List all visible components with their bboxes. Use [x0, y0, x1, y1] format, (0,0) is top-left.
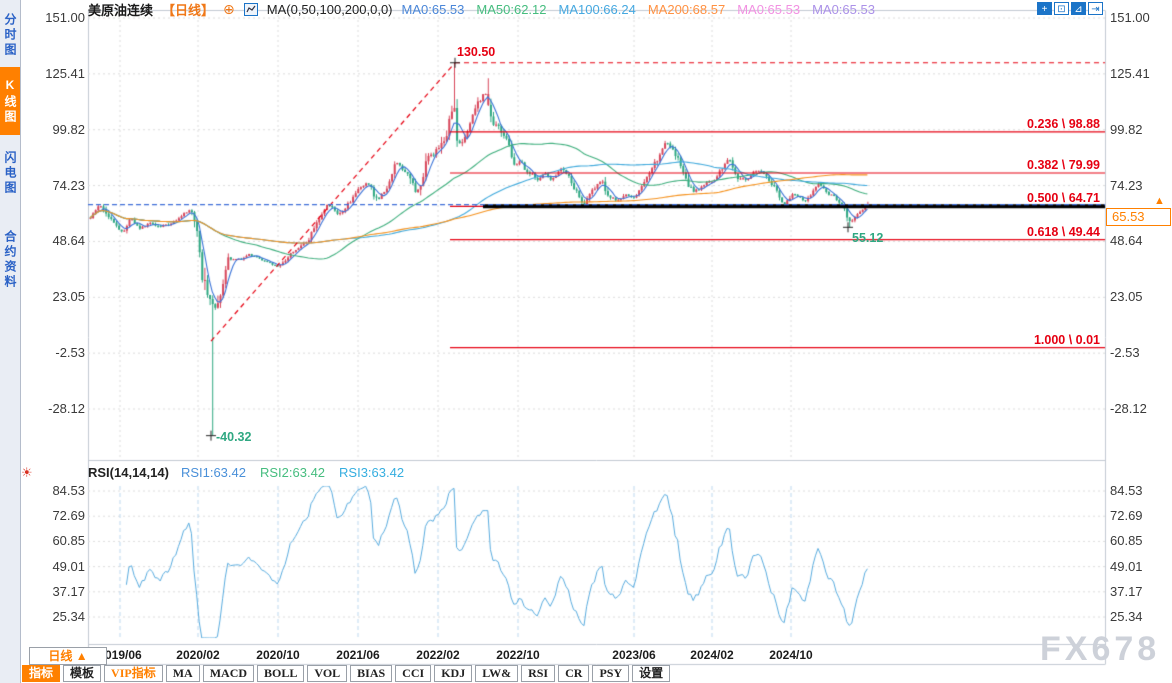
ma-formula: MA(0,50,100,200,0,0)	[266, 1, 393, 17]
crosshair-icon[interactable]: +	[1037, 2, 1052, 15]
period-selector-label: 日线	[48, 649, 73, 663]
x-axis-label: 2020/10	[256, 648, 300, 662]
rsi-legend-value: RSI2:63.42	[259, 465, 326, 480]
y-axis-label-left: 151.00	[45, 10, 85, 25]
indicator-config-icon[interactable]: ☀	[21, 465, 33, 481]
x-axis-label: 2021/06	[336, 648, 380, 662]
tab-psy[interactable]: PSY	[592, 665, 630, 682]
scale-mode-icon[interactable]: ⊿	[1071, 2, 1086, 15]
period-selector[interactable]: 日线 ▲	[29, 647, 107, 665]
fib-level-label: 1.000 \ 0.01	[1033, 332, 1100, 347]
tab-vol[interactable]: VOL	[307, 665, 348, 682]
rsi-axis-label-left: 72.69	[52, 508, 85, 524]
fib-level-label: 0.618 \ 49.44	[1027, 224, 1100, 239]
period-up-arrow-icon: ▲	[75, 649, 88, 663]
rsi-legend-value: RSI1:63.42	[180, 465, 246, 480]
rsi-legend-value: RSI3:63.42	[339, 465, 405, 480]
kline-icon	[243, 2, 258, 16]
rsi-axis-label-left: 49.01	[52, 558, 85, 574]
x-axis-label: 2022/02	[416, 648, 460, 662]
tab-boll[interactable]: BOLL	[257, 665, 305, 682]
sidebar-item-kline[interactable]: K线图	[0, 67, 20, 135]
y-axis-label-left: 23.05	[52, 289, 85, 305]
y-axis-label-right: 151.00	[1110, 10, 1150, 25]
tab-bias[interactable]: BIAS	[350, 665, 393, 682]
zoom-area-icon[interactable]: ⊡	[1054, 2, 1069, 15]
tab-ma[interactable]: MA	[165, 665, 200, 682]
app-root: 分时图 K线图闪电图合约资料 美原油连续 【日线】 ⊕ MA(0,50,100,2…	[0, 0, 1172, 683]
annotation-crash-low: -40.32	[216, 429, 252, 444]
tab-cci[interactable]: CCI	[395, 665, 432, 682]
rsi-axis-label-right: 25.34	[1110, 609, 1143, 624]
sidebar-item-contract-info[interactable]: 合约资料	[0, 212, 20, 308]
fib-level-label: 0.382 \ 79.99	[1027, 158, 1100, 172]
x-axis-label: 2024/02	[690, 648, 734, 662]
circle-plus-icon[interactable]: ⊕	[223, 2, 235, 16]
y-axis-label-left: -2.53	[55, 345, 85, 361]
x-axis-label: 2023/06	[612, 648, 656, 662]
fib-level-label: 0.236 \ 98.88	[1027, 116, 1100, 131]
tab-settings[interactable]: 设置	[632, 665, 671, 682]
ma-legend: MA0:65.53 MA50:62.12 MA100:66.24 MA200:68.5…	[402, 2, 875, 17]
rsi-axis-label-left: 25.34	[52, 609, 85, 624]
chart-type-sidebar: 分时图 K线图闪电图合约资料	[0, 0, 21, 683]
rsi-axis-label-left: 37.17	[52, 583, 85, 599]
y-axis-label-left: 48.64	[52, 233, 85, 249]
current-price-tag: 65.53	[1106, 207, 1171, 226]
y-axis-label-right: 74.23	[1110, 177, 1143, 193]
period-tag: 【日线】	[162, 2, 215, 18]
rsi-axis-label-left: 60.85	[52, 533, 85, 549]
tab-rsi[interactable]: RSI	[521, 665, 556, 682]
tab-zhibiao[interactable]: 指标	[22, 665, 61, 682]
x-axis-label: 2020/02	[176, 648, 220, 662]
indicator-tab-bar: 指标 模板 VIP指标 MA MACD BOLL VOL BIAS CCI KDJ LW& RSI CR…	[22, 665, 671, 682]
y-axis-label-right: 125.41	[1110, 65, 1150, 81]
x-axis-label: 2022/10	[496, 648, 540, 662]
annotation-high: 130.50	[457, 44, 496, 59]
sidebar-item-flash[interactable]: 闪电图	[0, 138, 20, 208]
chart-header: 美原油连续 【日线】 ⊕ MA(0,50,100,200,0,0) MA0:65…	[88, 1, 875, 18]
rsi-header: RSI(14,14,14) RSI1:63.42 RSI2:63.42 RSI3:6…	[88, 465, 404, 480]
page-forward-icon[interactable]: ⇥	[1088, 2, 1103, 15]
tab-moban[interactable]: 模板	[63, 665, 102, 682]
y-axis-label-right: -28.12	[1110, 401, 1147, 417]
chart-toolbar-icons: + ⊡ ⊿ ⇥	[1037, 2, 1103, 15]
ma-legend-value: MA100:66.24	[558, 1, 636, 17]
rsi-axis-label-right: 72.69	[1110, 508, 1143, 524]
ma-legend-value: MA50:62.12	[476, 1, 547, 17]
y-axis-label-left: -28.12	[48, 401, 85, 417]
rsi-axis-label-right: 60.85	[1110, 533, 1143, 549]
tab-kdj[interactable]: KDJ	[434, 665, 473, 682]
ma-legend-value: MA0:65.53	[737, 1, 801, 17]
rsi-axis-label-right: 37.17	[1110, 583, 1143, 599]
ma-legend-value: MA0:65.53	[401, 1, 465, 17]
x-axis-label: 2024/10	[769, 648, 813, 662]
y-axis-label-right: -2.53	[1110, 345, 1140, 361]
fib-level-label: 0.500 \ 64.71	[1027, 191, 1100, 206]
tab-cr[interactable]: CR	[558, 665, 590, 682]
rsi-axis-label-right: 49.01	[1110, 558, 1143, 574]
tab-vip[interactable]: VIP指标	[104, 665, 163, 682]
tab-macd[interactable]: MACD	[202, 665, 255, 682]
y-axis-label-left: 125.41	[45, 65, 85, 81]
rsi-formula: RSI(14,14,14)	[88, 465, 169, 480]
price-up-arrow-icon: ▲	[1154, 194, 1165, 207]
rsi-axis-label-right: 84.53	[1110, 483, 1143, 498]
rsi-axis-label-left: 84.53	[52, 483, 85, 498]
ma-legend-value: MA0:65.53	[812, 1, 875, 17]
ma-legend-value: MA200:68.57	[647, 1, 726, 17]
symbol-title: 美原油连续	[88, 2, 154, 18]
sidebar-item-timeshare[interactable]: 分时图	[0, 4, 20, 66]
tab-lwr[interactable]: LW&	[475, 665, 519, 682]
watermark: FX678	[1040, 630, 1161, 668]
annotation-recent-low: 55.12	[852, 231, 884, 246]
y-axis-label-right: 23.05	[1110, 289, 1143, 305]
y-axis-label-left: 74.23	[52, 177, 85, 193]
y-axis-label-right: 48.64	[1110, 233, 1143, 249]
y-axis-label-right: 99.82	[1110, 121, 1143, 137]
rsi-legend: RSI1:63.42 RSI2:63.42 RSI3:63.42	[181, 465, 404, 480]
y-axis-label-left: 99.82	[52, 121, 85, 137]
